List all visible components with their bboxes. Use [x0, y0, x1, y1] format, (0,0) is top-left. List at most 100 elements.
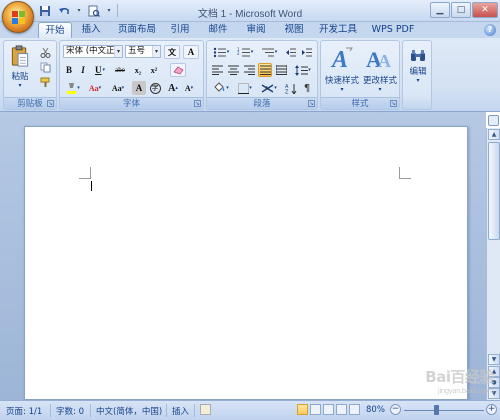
align-right-icon [243, 65, 255, 75]
help-button[interactable]: ? [484, 24, 496, 36]
increase-indent-button[interactable] [300, 45, 314, 59]
italic-button[interactable]: I [77, 63, 89, 77]
chevron-down-icon: ▾ [77, 85, 80, 91]
tab-review[interactable]: 审阅 [242, 22, 270, 38]
tab-home[interactable]: 开始 [38, 22, 72, 38]
shrink-font-button[interactable]: A ▾ [182, 81, 196, 95]
borders-button[interactable]: ▾ [234, 81, 256, 95]
text-highlight-button[interactable]: ▾ [63, 81, 83, 95]
chevron-down-icon[interactable]: ▾ [114, 46, 122, 57]
status-insert-mode[interactable]: 插入 [172, 405, 189, 417]
align-left-button[interactable] [210, 63, 224, 77]
grow-font-button[interactable]: A ▴ [166, 81, 180, 95]
line-spacing-button[interactable]: ▾ [292, 63, 314, 77]
sort-button[interactable]: AZ [284, 81, 298, 95]
font-size-value: 五号 [128, 46, 146, 56]
tab-page-layout[interactable]: 页面布局 [114, 22, 160, 38]
character-shading-button[interactable]: A [132, 81, 146, 95]
dialog-launcher-icon[interactable]: ↘ [390, 100, 397, 107]
dialog-launcher-icon[interactable]: ↘ [308, 100, 315, 107]
editing-button[interactable]: 编辑 ▾ [406, 45, 430, 87]
chevron-down-icon: ▾ [121, 85, 125, 91]
paste-icon [11, 45, 29, 67]
minimize-button[interactable]: ▁ [430, 2, 450, 18]
outline-view-icon[interactable] [336, 404, 347, 415]
tab-mailings[interactable]: 邮件 [204, 22, 232, 38]
tab-developer[interactable]: 开发工具 [316, 22, 360, 38]
phonetic-guide-button[interactable]: 文 [164, 45, 180, 59]
shading-button[interactable]: ▾ [210, 81, 232, 95]
chinese-layout-button[interactable]: A ▾ [258, 81, 280, 95]
full-screen-reading-icon[interactable] [310, 404, 321, 415]
underline-button[interactable]: U ▾ [91, 63, 109, 77]
draft-view-icon[interactable] [349, 404, 360, 415]
change-styles-button[interactable]: AA 更改样式 ▾ [362, 45, 398, 93]
zoom-slider-track[interactable] [404, 410, 484, 411]
web-layout-icon[interactable] [323, 404, 334, 415]
align-right-button[interactable] [242, 63, 256, 77]
bold-button[interactable]: B [63, 63, 75, 77]
quick-styles-icon: A [330, 47, 353, 73]
scrollbar-thumb[interactable] [488, 142, 500, 240]
multilevel-list-button[interactable]: ▾ [258, 45, 280, 59]
status-page[interactable]: 页面: 1/1 [6, 405, 42, 417]
tab-wps-pdf[interactable]: WPS PDF [368, 22, 418, 38]
view-ruler-button[interactable] [488, 115, 499, 126]
subscript-button[interactable]: x₂ [131, 63, 145, 77]
arrow-down-icon: ▾ [190, 85, 194, 91]
format-painter-button[interactable] [38, 75, 52, 89]
eraser-icon [172, 66, 184, 75]
print-layout-icon[interactable] [297, 404, 308, 415]
watermark-logo: Bai百经验 jingyan.baidu.com [425, 366, 494, 395]
status-word-count[interactable]: 字数: 0 [56, 405, 84, 417]
tab-view[interactable]: 视图 [280, 22, 308, 38]
editing-label: 编辑 [409, 66, 427, 77]
scroll-down-icon[interactable]: ▼ [488, 354, 500, 365]
maximize-button[interactable]: □ [451, 2, 471, 18]
macro-record-icon[interactable] [200, 404, 211, 415]
change-case-button[interactable]: Aa ▾ [107, 81, 129, 95]
chevron-down-icon: ▾ [340, 86, 344, 93]
zoom-level[interactable]: 80% [366, 405, 385, 415]
distributed-button[interactable] [274, 63, 288, 77]
zoom-in-icon[interactable]: + [486, 404, 497, 415]
office-button[interactable] [2, 1, 34, 33]
bullets-button[interactable]: ▾ [210, 45, 232, 59]
document-page[interactable] [24, 126, 468, 400]
superscript-button[interactable]: x² [147, 63, 161, 77]
dialog-launcher-icon[interactable]: ↘ [47, 100, 54, 107]
decrease-indent-button[interactable] [284, 45, 298, 59]
cut-button[interactable] [38, 45, 52, 59]
clear-formatting-button[interactable] [170, 63, 186, 77]
character-border-button[interactable]: A [183, 45, 199, 59]
arrow-up-icon: ▴ [175, 85, 178, 91]
status-language[interactable]: 中文(简体，中国) [96, 405, 162, 417]
enclose-char-icon: 字 [149, 82, 161, 94]
numbering-button[interactable]: 1 2 ▾ [234, 45, 256, 59]
font-size-combo[interactable]: 五号 ▾ [125, 45, 161, 58]
show-hide-marks-button[interactable]: ¶ [300, 81, 314, 95]
quick-styles-button[interactable]: A 快速样式 ▾ [324, 45, 360, 93]
zoom-out-icon[interactable]: − [390, 404, 401, 415]
font-color-button[interactable]: Aa ▾ [85, 81, 105, 95]
window-title: 文档 1 - Microsoft Word [197, 9, 303, 20]
tab-references[interactable]: 引用 [166, 22, 194, 38]
align-center-button[interactable] [226, 63, 240, 77]
ribbon-tabs: 开始 插入 页面布局 引用 邮件 审阅 视图 开发工具 WPS PDF ? [0, 22, 500, 38]
vertical-scrollbar[interactable]: ▲ ▼ ▲ ● ▼ [486, 128, 500, 400]
group-label-styles: 样式 [321, 97, 399, 109]
dialog-launcher-icon[interactable]: ↘ [194, 100, 201, 107]
font-name-combo[interactable]: 宋体 (中文正文) ▾ [63, 45, 123, 58]
enclose-characters-button[interactable]: 字 [148, 81, 162, 95]
strikethrough-button[interactable]: abe [111, 63, 129, 77]
scroll-up-icon[interactable]: ▲ [488, 129, 500, 140]
justify-button[interactable] [258, 63, 272, 77]
copy-button[interactable] [38, 60, 52, 74]
bullets-icon [213, 47, 226, 57]
close-button[interactable]: ✕ [472, 2, 498, 18]
paste-button[interactable]: 粘贴 ▾ [8, 45, 32, 89]
highlighter-icon [67, 83, 77, 94]
chevron-down-icon[interactable]: ▾ [152, 46, 160, 57]
zoom-slider-knob[interactable] [434, 405, 439, 415]
tab-insert[interactable]: 插入 [76, 22, 106, 38]
